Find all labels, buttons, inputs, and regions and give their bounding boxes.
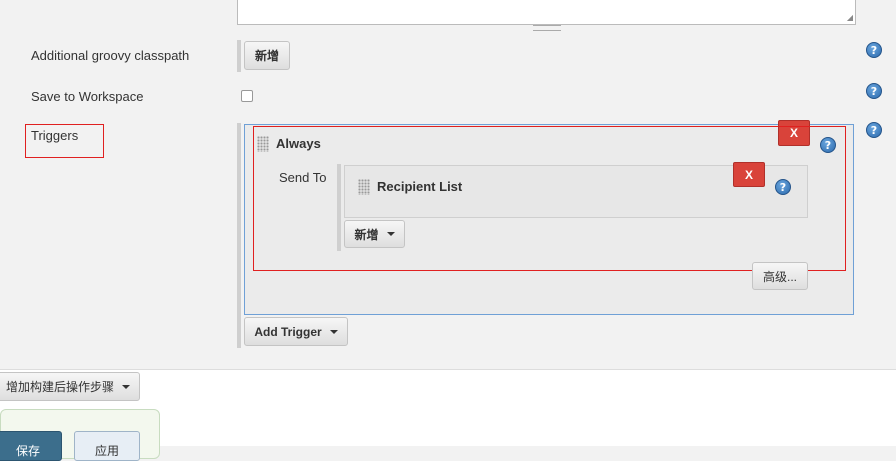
apply-button[interactable]: 应用: [74, 431, 140, 461]
help-icon[interactable]: ?: [866, 83, 882, 99]
add-trigger-label: Add Trigger: [254, 324, 322, 339]
textarea-splitter[interactable]: [533, 25, 561, 31]
save-to-workspace-checkbox[interactable]: [241, 90, 253, 102]
triggers-label: Triggers: [31, 128, 79, 143]
save-button[interactable]: 保存: [0, 431, 62, 461]
trigger-annotation-box: [253, 126, 846, 271]
help-icon[interactable]: ?: [866, 122, 882, 138]
help-icon[interactable]: ?: [866, 42, 882, 58]
groovy-classpath-label: Additional groovy classpath: [31, 48, 190, 63]
section-bar: [237, 40, 241, 72]
add-trigger-button[interactable]: Add Trigger: [244, 317, 348, 346]
script-textarea[interactable]: ◢: [237, 0, 856, 25]
groovy-classpath-add-button[interactable]: 新增: [244, 41, 290, 70]
add-post-build-step-button[interactable]: 增加构建后操作步骤: [0, 372, 140, 401]
add-post-build-step-label: 增加构建后操作步骤: [5, 380, 114, 394]
save-to-workspace-label: Save to Workspace: [31, 89, 144, 104]
section-bar: [237, 123, 241, 348]
dropdown-caret-icon: [329, 329, 338, 334]
resize-grip-icon[interactable]: ◢: [847, 14, 853, 22]
advanced-button[interactable]: 高级...: [752, 262, 808, 290]
dropdown-caret-icon: [122, 384, 130, 389]
